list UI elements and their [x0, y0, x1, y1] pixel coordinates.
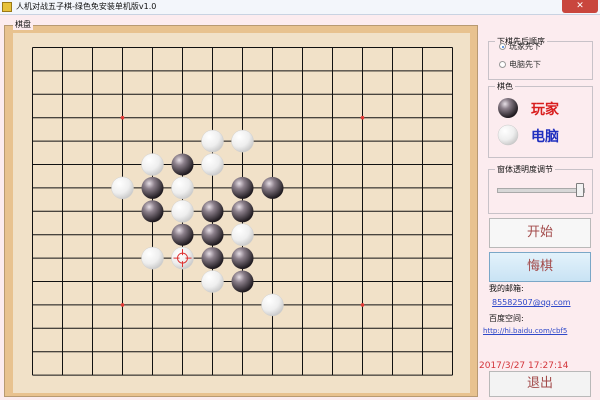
black-stone — [201, 247, 224, 270]
black-stone — [171, 223, 194, 246]
white-stone — [201, 153, 224, 176]
radio-label: 玩家先下 — [509, 42, 541, 51]
transparency-slider-thumb[interactable] — [575, 183, 584, 197]
black-stone — [201, 200, 224, 223]
player-color-label: 玩家 — [531, 102, 559, 118]
black-stone — [171, 153, 194, 176]
star-point — [360, 115, 365, 120]
email-label: 我的邮箱: — [489, 284, 524, 293]
radio-label: 电脑先下 — [509, 60, 541, 69]
star-point — [360, 303, 365, 307]
gomoku-board[interactable] — [5, 26, 479, 398]
window-title: 人机对战五子棋-绿色免安装单机版v1.0 — [16, 2, 157, 11]
board-panel: 棋盘 — [4, 19, 479, 398]
black-stone — [231, 247, 254, 270]
transparency-slider-track[interactable] — [497, 188, 585, 193]
exit-button[interactable]: 退出 — [489, 371, 591, 397]
space-label: 百度空间: — [489, 314, 524, 323]
white-stone — [141, 246, 164, 270]
radio-indicator[interactable] — [499, 43, 506, 50]
radio-indicator[interactable] — [499, 61, 506, 68]
app-icon — [2, 2, 12, 12]
white-stone — [201, 270, 224, 293]
email-link[interactable]: 85582507@qq.com — [492, 297, 571, 308]
white-stone — [141, 153, 164, 176]
white-stone — [111, 176, 134, 200]
black-stone — [231, 200, 254, 223]
radio-computer-first[interactable]: 电脑先下 — [499, 60, 541, 70]
black-stone — [261, 176, 284, 199]
undo-button[interactable]: 悔棋 — [489, 252, 591, 282]
black-stone — [201, 223, 224, 246]
white-stone — [171, 176, 194, 200]
transparency-group: 窗体透明度调节 — [488, 164, 593, 214]
space-link[interactable]: http://hi.baidu.com/cbf5 — [483, 326, 567, 337]
start-button[interactable]: 开始 — [489, 218, 591, 248]
white-stone — [231, 223, 254, 246]
colors-group: 棋色 玩家 电脑 — [488, 81, 593, 158]
title-bar: 人机对战五子棋-绿色免安装单机版v1.0 ✕ — [0, 0, 600, 15]
black-stone — [231, 176, 254, 199]
white-stone — [201, 129, 224, 153]
white-stone-icon — [497, 124, 519, 146]
star-point — [120, 115, 125, 120]
black-stone — [141, 176, 164, 199]
radio-player-first[interactable]: 玩家先下 — [499, 42, 541, 52]
white-stone — [171, 200, 194, 223]
close-button[interactable]: ✕ — [562, 0, 598, 13]
colors-title: 棋色 — [495, 81, 515, 92]
transparency-title: 窗体透明度调节 — [495, 164, 555, 175]
black-stone — [141, 200, 164, 223]
star-point — [120, 303, 125, 307]
order-group: 下棋先后顺序 玩家先下 电脑先下 — [488, 36, 593, 80]
white-stone — [261, 293, 284, 317]
white-stone — [231, 129, 254, 153]
black-stone — [231, 270, 254, 293]
black-stone-icon — [498, 98, 518, 118]
computer-color-label: 电脑 — [531, 129, 559, 145]
